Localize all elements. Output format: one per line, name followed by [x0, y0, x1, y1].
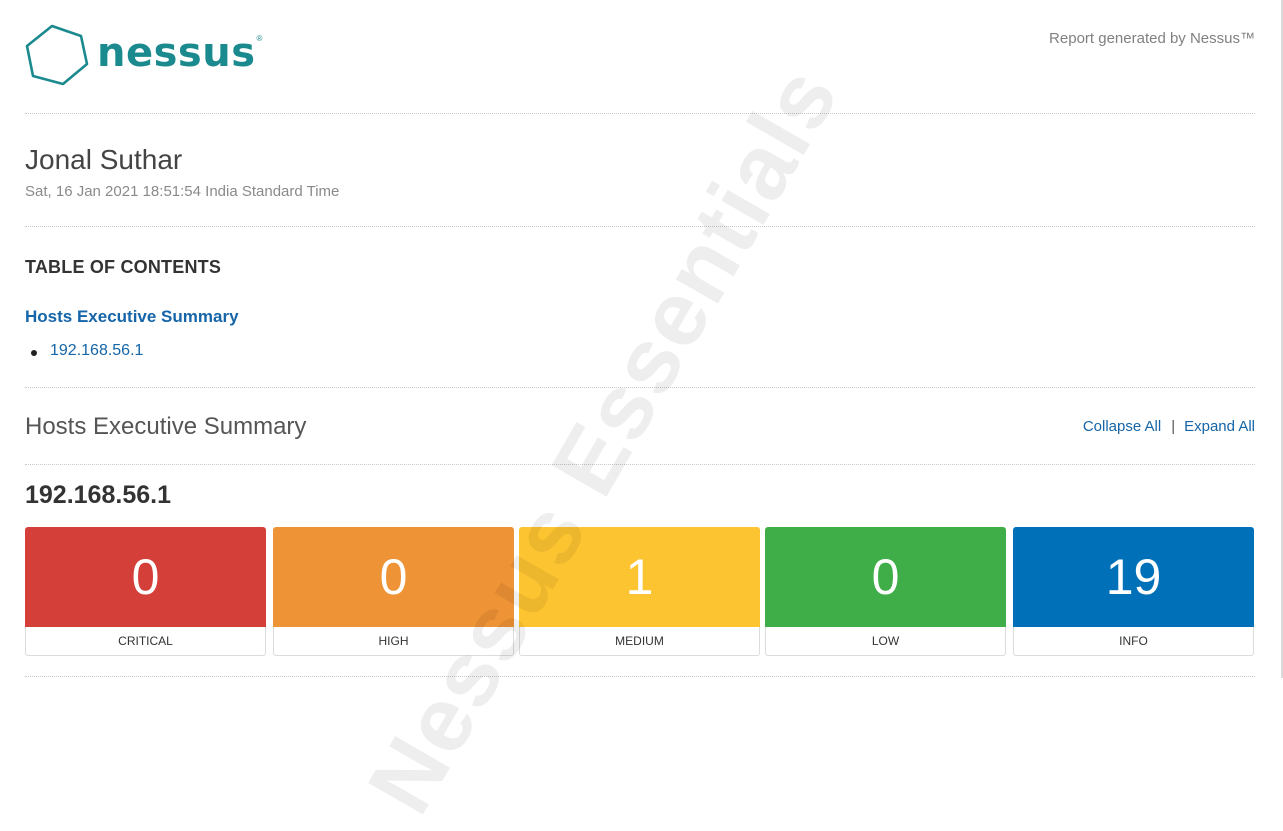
severity-card-medium[interactable]: 1 MEDIUM — [519, 527, 760, 656]
expand-all-link[interactable]: Expand All — [1184, 418, 1255, 435]
severity-card-info[interactable]: 19 INFO — [1013, 527, 1254, 656]
report-page: nessus ® Report generated by Nessus™ Jona… — [25, 0, 1255, 678]
severity-card-low[interactable]: 0 LOW — [765, 527, 1006, 656]
divider — [25, 226, 1255, 227]
report-header: nessus ® Report generated by Nessus™ — [25, 0, 1255, 113]
toc-host-list: 192.168.56.1 — [25, 342, 143, 360]
severity-label: INFO — [1013, 627, 1254, 656]
divider — [25, 464, 1255, 465]
collapse-all-link[interactable]: Collapse All — [1083, 418, 1161, 435]
severity-count: 0 — [273, 527, 514, 627]
generated-by-text: Report generated by Nessus™ — [1049, 30, 1255, 47]
severity-count: 0 — [25, 527, 266, 627]
toc-hosts-summary-link[interactable]: Hosts Executive Summary — [25, 307, 239, 327]
severity-count: 19 — [1013, 527, 1254, 627]
severity-count: 1 — [519, 527, 760, 627]
severity-card-high[interactable]: 0 HIGH — [273, 527, 514, 656]
severity-label: CRITICAL — [25, 627, 266, 656]
report-title: Jonal Suthar — [25, 144, 183, 175]
logo-trademark: ® — [256, 33, 263, 43]
actions-separator: | — [1171, 418, 1176, 435]
divider — [25, 113, 1255, 114]
severity-label: MEDIUM — [519, 627, 760, 656]
severity-cards: 0 CRITICAL 0 HIGH 1 MEDIUM 0 LOW 19 INFO — [25, 527, 1255, 656]
nessus-logo: nessus ® — [25, 24, 262, 88]
hexagon-logo-icon — [25, 24, 89, 86]
logo-wordmark: nessus — [97, 30, 256, 76]
divider — [25, 387, 1255, 388]
severity-label: HIGH — [273, 627, 514, 656]
section-actions: Collapse All | Expand All — [1083, 418, 1255, 435]
report-date: Sat, 16 Jan 2021 18:51:54 India Standard… — [25, 183, 340, 200]
section-title: Hosts Executive Summary — [25, 413, 307, 440]
toc-host-link[interactable]: 192.168.56.1 — [25, 342, 143, 360]
toc-heading: TABLE OF CONTENTS — [25, 257, 222, 277]
severity-card-critical[interactable]: 0 CRITICAL — [25, 527, 266, 656]
severity-label: LOW — [765, 627, 1006, 656]
divider — [25, 676, 1255, 677]
host-ip-heading: 192.168.56.1 — [25, 481, 171, 509]
severity-count: 0 — [765, 527, 1006, 627]
